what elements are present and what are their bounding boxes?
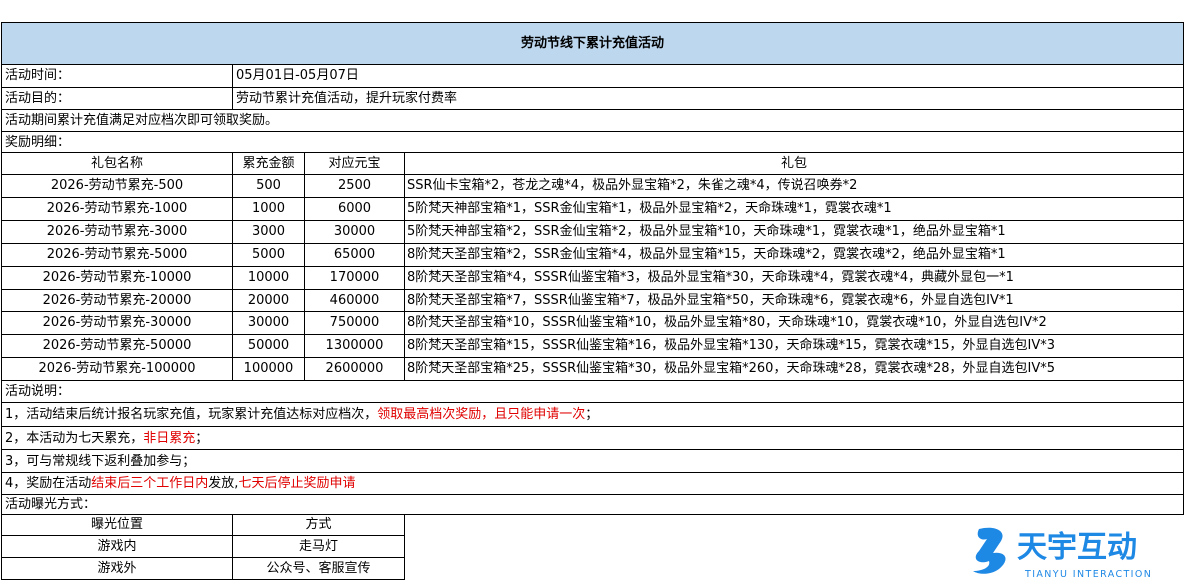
note-1-text: 1，活动结束后统计报名玩家充值，玩家累计充值达标对应档次， — [5, 407, 378, 422]
reward-name: 2026-劳动节累充-10000 — [1, 267, 233, 290]
reward-amount: 10000 — [233, 267, 305, 290]
notes-label: 活动说明： — [1, 381, 1184, 403]
note-2-text: 2，本活动为七天累充， — [5, 431, 144, 446]
note-1: 1，活动结束后统计报名玩家充值，玩家累计充值达标对应档次，领取最高档次奖励，且只… — [1, 403, 1184, 427]
reward-ingot: 1300000 — [305, 335, 405, 358]
exposure-row-2-method: 公众号、客服宣传 — [233, 558, 405, 580]
note-3: 3，可与常规线下返利叠加参与； — [1, 450, 1184, 473]
exposure-label: 活动曝光方式： — [1, 495, 1184, 515]
reward-header-amount: 累充金额 — [233, 153, 305, 175]
reward-amount: 30000 — [233, 312, 305, 335]
reward-ingot: 2600000 — [305, 358, 405, 381]
reward-amount: 1000 — [233, 198, 305, 221]
activity-time-value: 05月01日-05月07日 — [233, 65, 1184, 88]
reward-amount: 50000 — [233, 335, 305, 358]
reward-package: 8阶梵天圣部宝箱*25，SSSR仙鉴宝箱*30，极品外显宝箱*260，天命珠魂*… — [405, 358, 1184, 381]
reward-package: 5阶梵天神部宝箱*2，SSR金仙宝箱*2，极品外显宝箱*10，天命珠魂*1，霓裳… — [405, 221, 1184, 244]
reward-ingot: 2500 — [305, 175, 405, 198]
activity-time-label: 活动时间： — [1, 65, 233, 88]
tianyu-logo-mark: 天宇互动 TIANYU INTERACTION — [973, 527, 1152, 580]
reward-name: 2026-劳动节累充-50000 — [1, 335, 233, 358]
reward-ingot: 30000 — [305, 221, 405, 244]
note-1-end: ； — [585, 407, 599, 422]
exposure-row-1-position: 游戏内 — [1, 536, 233, 558]
reward-name: 2026-劳动节累充-500 — [1, 175, 233, 198]
tianyu-logo: 天宇互动 TIANYU INTERACTION — [965, 519, 1175, 581]
reward-name: 2026-劳动节累充-5000 — [1, 244, 233, 267]
note-1-highlight: 领取最高档次奖励，且只能申请一次 — [377, 407, 586, 422]
reward-package: 8阶梵天圣部宝箱*4，SSSR仙鉴宝箱*3，极品外显宝箱*30，天命珠魂*4，霓… — [405, 267, 1184, 290]
reward-header-ingot: 对应元宝 — [305, 153, 405, 175]
note-4-highlight-2: 七天后停止奖励申请 — [238, 476, 356, 491]
reward-amount: 500 — [233, 175, 305, 198]
reward-ingot: 170000 — [305, 267, 405, 290]
note-2: 2，本活动为七天累充，非日累充； — [1, 427, 1184, 450]
reward-package: 8阶梵天圣部宝箱*7，SSSR仙鉴宝箱*7，极品外显宝箱*50，天命珠魂*6，霓… — [405, 290, 1184, 312]
exposure-header-position: 曝光位置 — [1, 515, 233, 536]
exposure-row-2-position: 游戏外 — [1, 558, 233, 580]
reward-amount: 20000 — [233, 290, 305, 312]
activity-condition: 活动期间累计充值满足对应档次即可领取奖励。 — [1, 110, 1184, 132]
reward-amount: 5000 — [233, 244, 305, 267]
activity-purpose-value: 劳动节累计充值活动，提升玩家付费率 — [233, 88, 1184, 110]
reward-amount: 3000 — [233, 221, 305, 244]
reward-name: 2026-劳动节累充-3000 — [1, 221, 233, 244]
tianyu-logo-sub: TIANYU INTERACTION — [1024, 569, 1152, 580]
reward-package: 5阶梵天神部宝箱*1，SSR金仙宝箱*1，极品外显宝箱*2，天命珠魂*1，霓裳衣… — [405, 198, 1184, 221]
reward-ingot: 6000 — [305, 198, 405, 221]
reward-amount: 100000 — [233, 358, 305, 381]
reward-name: 2026-劳动节累充-1000 — [1, 198, 233, 221]
reward-ingot: 65000 — [305, 244, 405, 267]
exposure-header-method: 方式 — [233, 515, 405, 536]
note-4-text: 4，奖励在活动 — [5, 476, 92, 491]
note-4-mid: 发放, — [208, 476, 239, 491]
reward-header-name: 礼包名称 — [1, 153, 233, 175]
reward-name: 2026-劳动节累充-100000 — [1, 358, 233, 381]
note-2-end: ； — [195, 431, 209, 446]
tianyu-logo-name: 天宇互动 — [1017, 530, 1137, 565]
reward-package: 8阶梵天圣部宝箱*15，SSSR仙鉴宝箱*16，极品外显宝箱*130，天命珠魂*… — [405, 335, 1184, 358]
reward-ingot: 750000 — [305, 312, 405, 335]
reward-name: 2026-劳动节累充-20000 — [1, 290, 233, 312]
note-4-highlight-1: 结束后三个工作日内 — [91, 476, 209, 491]
tianyu-swirl-icon — [973, 527, 1006, 574]
sheet-title: 劳动节线下累计充值活动 — [1, 22, 1184, 65]
reward-package: SSR仙卡宝箱*2，苍龙之魂*4，极品外显宝箱*2，朱雀之魂*4，传说召唤券*2 — [405, 175, 1184, 198]
reward-name: 2026-劳动节累充-30000 — [1, 312, 233, 335]
note-4: 4，奖励在活动结束后三个工作日内发放,七天后停止奖励申请 — [1, 473, 1184, 495]
reward-package: 8阶梵天圣部宝箱*10，SSSR仙鉴宝箱*10，极品外显宝箱*80，天命珠魂*1… — [405, 312, 1184, 335]
exposure-row-1-method: 走马灯 — [233, 536, 405, 558]
reward-detail-label: 奖励明细： — [1, 132, 1184, 153]
reward-header-package: 礼包 — [405, 153, 1184, 175]
note-2-highlight: 非日累充 — [143, 431, 196, 446]
reward-ingot: 460000 — [305, 290, 405, 312]
activity-purpose-label: 活动目的： — [1, 88, 233, 110]
reward-package: 8阶梵天圣部宝箱*2，SSR金仙宝箱*4，极品外显宝箱*15，天命珠魂*2，霓裳… — [405, 244, 1184, 267]
